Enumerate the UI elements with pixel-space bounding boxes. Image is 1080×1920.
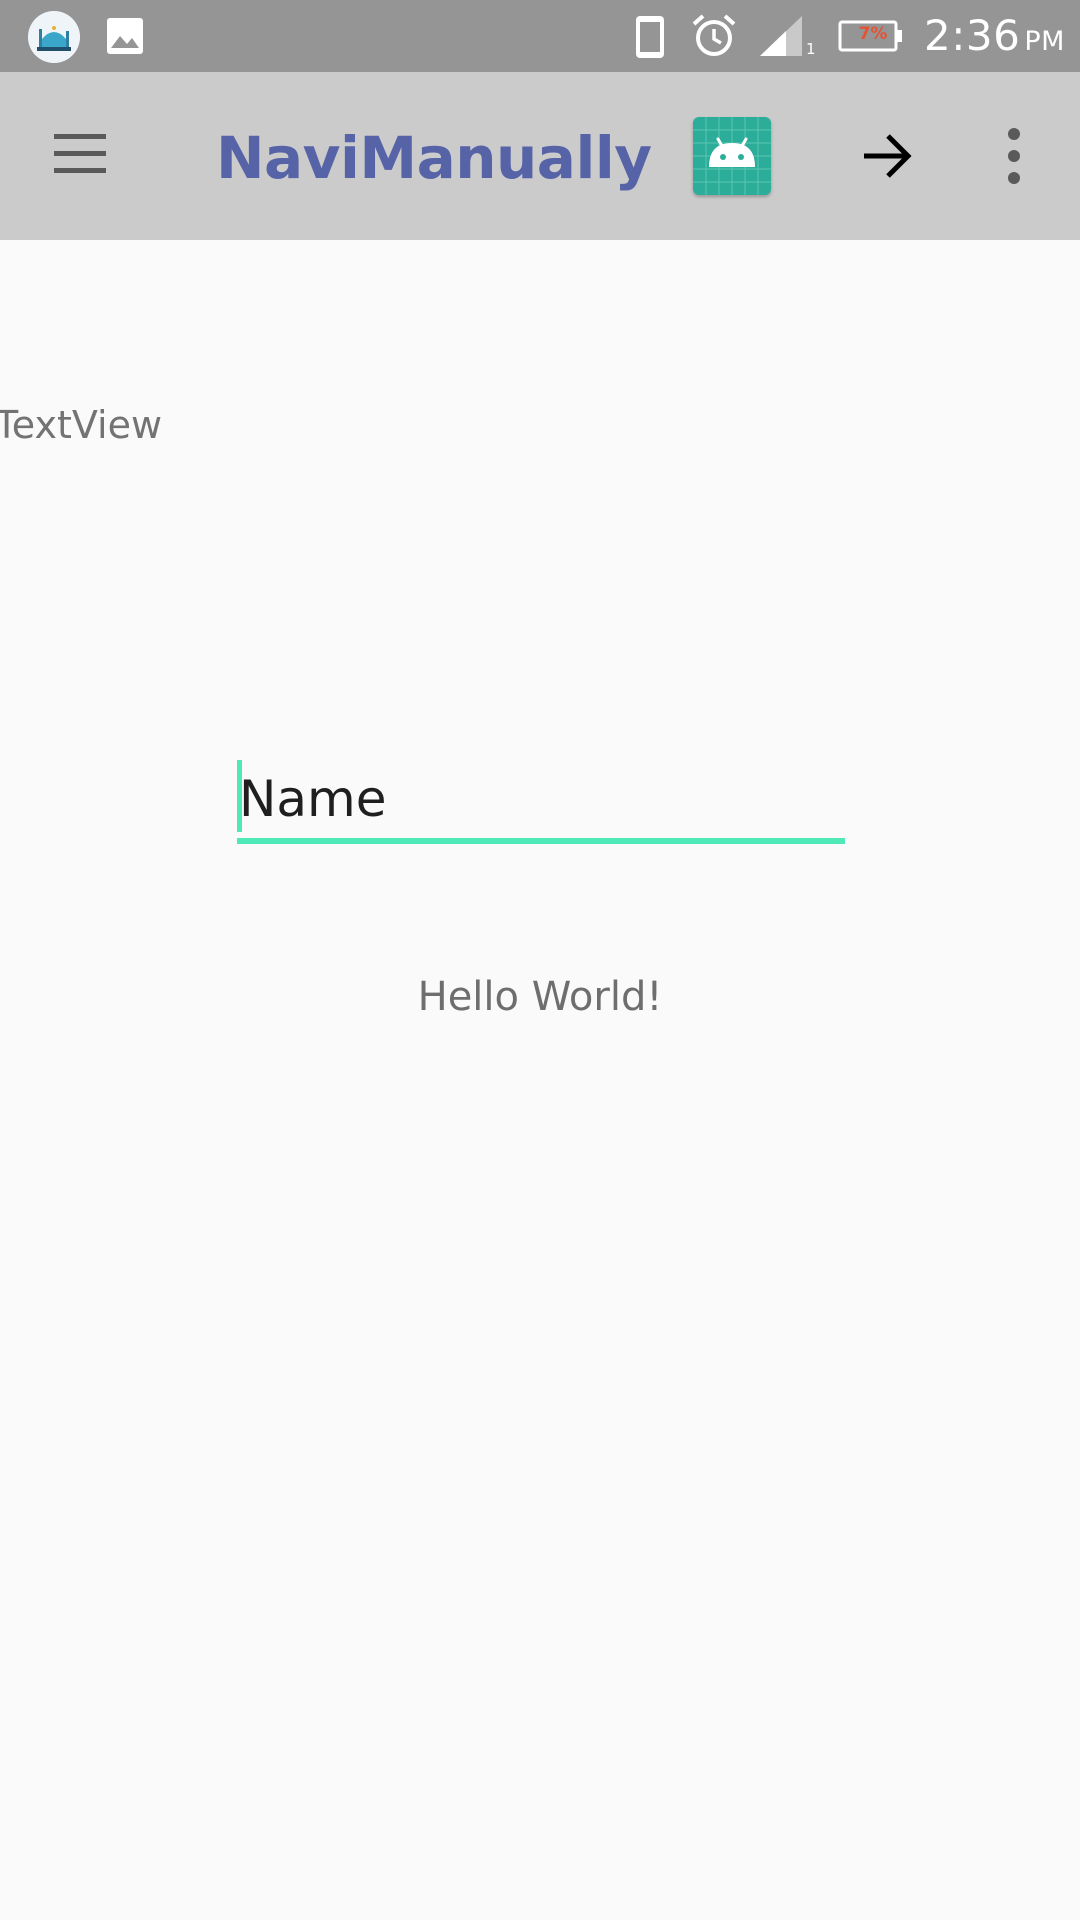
name-input[interactable]: Name bbox=[237, 756, 845, 846]
arrow-forward-icon bbox=[864, 134, 912, 178]
name-input-value: Name bbox=[239, 770, 387, 828]
mosque-app-icon bbox=[28, 11, 80, 63]
menu-icon bbox=[54, 134, 106, 173]
status-time-ampm: PM bbox=[1024, 26, 1065, 57]
gallery-icon bbox=[106, 17, 144, 55]
status-time: 2:36 PM bbox=[924, 11, 1065, 60]
alarm-icon bbox=[690, 12, 738, 60]
signal-icon: 1 bbox=[758, 14, 816, 60]
phone-icon bbox=[633, 14, 667, 60]
forward-button[interactable] bbox=[858, 126, 918, 186]
app-bar: NaviManually bbox=[0, 72, 1080, 240]
status-bar: 1 7% 2:36 PM bbox=[0, 0, 1080, 72]
hello-world-text: Hello World! bbox=[417, 974, 663, 1020]
android-icon bbox=[693, 117, 771, 195]
android-action-button[interactable] bbox=[693, 117, 771, 195]
status-time-value: 2:36 bbox=[924, 11, 1021, 60]
overflow-menu-button[interactable] bbox=[996, 124, 1032, 188]
name-input-underline bbox=[237, 838, 845, 844]
app-title: NaviManually bbox=[216, 124, 652, 192]
signal-sim-label: 1 bbox=[806, 40, 816, 58]
menu-button[interactable] bbox=[50, 126, 116, 184]
textview-label: TextView bbox=[0, 403, 163, 447]
battery-percent: 7% bbox=[858, 24, 888, 44]
more-vert-icon bbox=[1008, 128, 1020, 184]
